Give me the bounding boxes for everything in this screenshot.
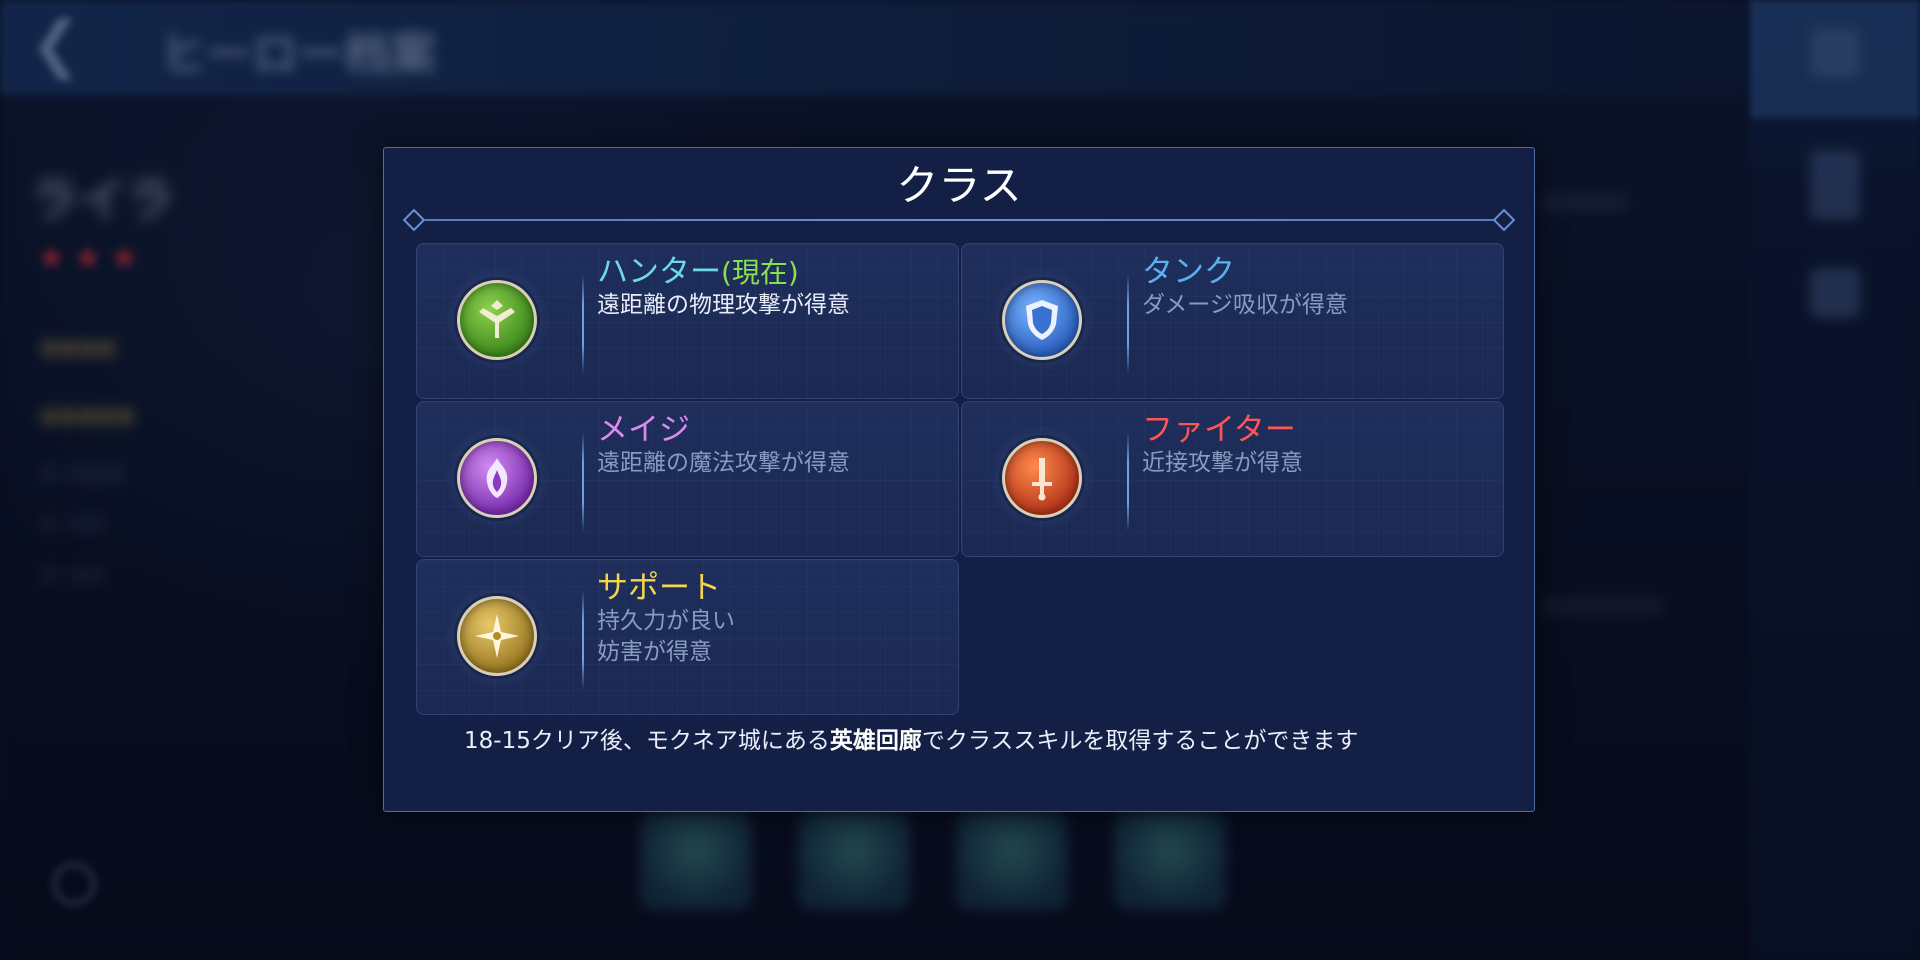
class-card-hunter: ハンター(現在) 遠距離の物理攻撃が得意 [416, 243, 959, 399]
support-star-icon [457, 596, 537, 676]
class-name-hunter: ハンター [597, 254, 721, 290]
class-desc-mage: 遠距離の魔法攻撃が得意 [597, 450, 850, 476]
unlock-note-highlight: 英雄回廊 [829, 728, 922, 754]
unlock-note-after: でクラススキルを取得することができます [921, 728, 1359, 754]
class-desc-support-line-1: 持久力が良い [597, 608, 735, 634]
class-info-modal: クラス ハンター(現在) 遠距離の物理攻撃が得意 タンク ダメージ吸収が得意 メ… [383, 147, 1535, 812]
class-desc-hunter: 遠距離の物理攻撃が得意 [597, 292, 850, 318]
title-divider [410, 219, 1510, 221]
hunter-bow-icon [457, 280, 537, 360]
class-name-support: サポート [597, 570, 721, 606]
current-class-tag: (現在) [721, 256, 799, 289]
class-card-tank: タンク ダメージ吸収が得意 [961, 243, 1504, 399]
class-card-support: サポート 持久力が良い 妨害が得意 [416, 559, 959, 715]
class-desc-support: 持久力が良い 妨害が得意 [597, 606, 735, 668]
unlock-note-before: 18-15クリア後、モクネア城にある [464, 728, 830, 754]
class-name-fighter: ファイター [1142, 412, 1296, 448]
mage-flame-icon [457, 438, 537, 518]
modal-title: クラス [896, 161, 1022, 210]
tank-shield-icon [1002, 280, 1082, 360]
class-desc-tank: ダメージ吸収が得意 [1142, 292, 1348, 318]
class-card-fighter: ファイター 近接攻撃が得意 [961, 401, 1504, 557]
fighter-sword-icon [1002, 438, 1082, 518]
class-name-mage: メイジ [597, 412, 690, 448]
class-desc-fighter: 近接攻撃が得意 [1142, 450, 1303, 476]
class-card-mage: メイジ 遠距離の魔法攻撃が得意 [416, 401, 959, 557]
class-name-tank: タンク [1142, 254, 1235, 290]
class-desc-support-line-2: 妨害が得意 [597, 639, 712, 665]
unlock-note: 18-15クリア後、モクネア城にある英雄回廊でクラススキルを取得することができま… [464, 726, 1474, 757]
class-name: ハンター(現在) [597, 250, 799, 295]
